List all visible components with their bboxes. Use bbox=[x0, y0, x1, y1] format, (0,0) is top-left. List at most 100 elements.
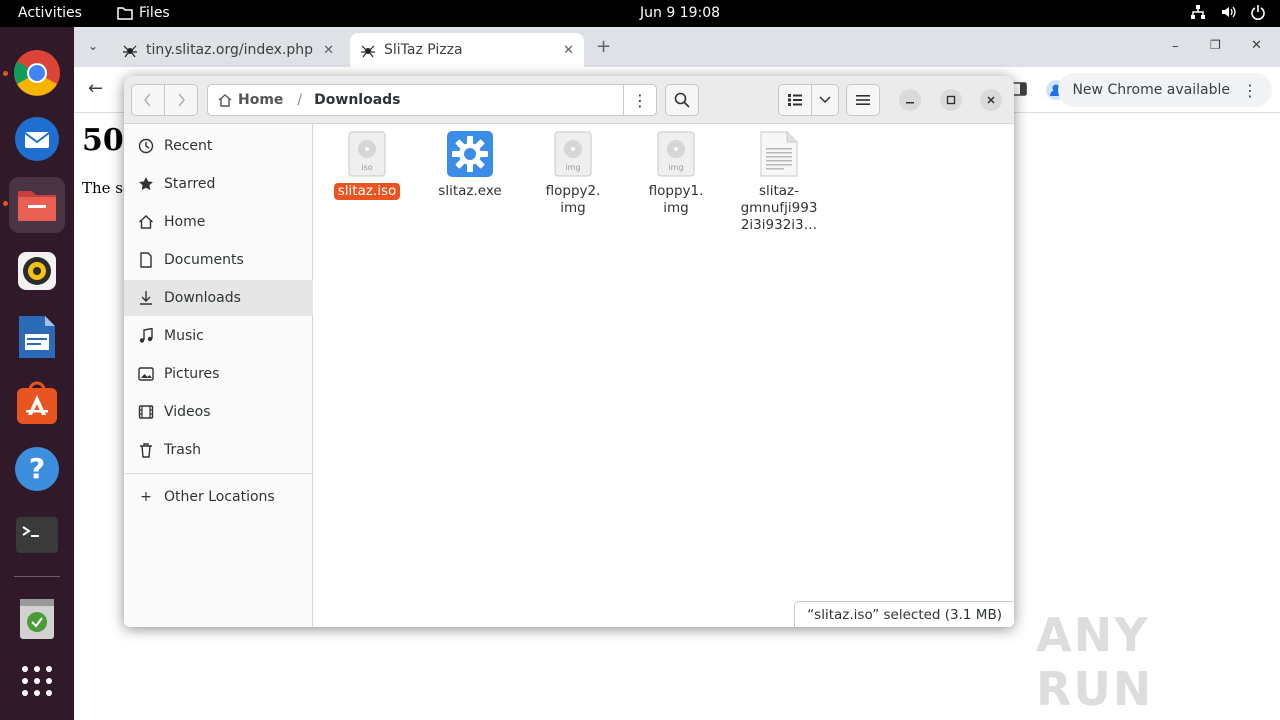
list-view-button[interactable] bbox=[778, 84, 812, 116]
close-tab-icon[interactable]: ✕ bbox=[323, 43, 334, 58]
sidebar-item-pictures[interactable]: Pictures bbox=[124, 356, 313, 392]
iso-file-icon: iso bbox=[348, 131, 386, 177]
back-button[interactable] bbox=[131, 84, 165, 116]
sidebar-item-videos[interactable]: Videos bbox=[124, 394, 313, 430]
dock: ? bbox=[0, 27, 74, 720]
network-icon bbox=[1191, 5, 1205, 19]
tab-tiny-slitaz[interactable]: tiny.slitaz.org/index.php ✕ bbox=[112, 33, 344, 67]
maximize-icon bbox=[946, 95, 956, 105]
more-menu-icon[interactable]: ⋮ bbox=[1242, 81, 1258, 100]
forward-button[interactable] bbox=[164, 84, 198, 116]
minimize-icon[interactable]: – bbox=[1172, 39, 1179, 54]
close-button[interactable] bbox=[980, 89, 1002, 111]
rhythmbox-icon[interactable] bbox=[9, 243, 65, 299]
system-tray[interactable] bbox=[1190, 4, 1266, 20]
volume-icon bbox=[1222, 6, 1236, 18]
tab-title: SliTaz Pizza bbox=[384, 42, 463, 58]
view-options-button[interactable] bbox=[811, 84, 839, 116]
disk-image-icon: img bbox=[554, 131, 592, 177]
help-icon[interactable]: ? bbox=[9, 441, 65, 497]
spider-favicon-icon bbox=[123, 45, 137, 58]
disk-image-icon: img bbox=[657, 131, 695, 177]
search-icon bbox=[674, 92, 690, 108]
update-chrome-button[interactable]: New Chrome available ⋮ bbox=[1058, 73, 1272, 107]
executable-gear-icon bbox=[447, 131, 493, 177]
trash-icon[interactable] bbox=[9, 590, 65, 646]
sidebar-item-music[interactable]: Music bbox=[124, 318, 313, 354]
trash-icon bbox=[140, 443, 152, 458]
home-icon bbox=[218, 94, 232, 107]
clock[interactable]: Jun 9 19:08 bbox=[640, 5, 720, 21]
file-name: slitaz.exe bbox=[438, 183, 502, 199]
plus-icon: + bbox=[140, 489, 152, 505]
app-menu[interactable]: Files bbox=[117, 5, 170, 21]
file-item-slitaz-iso[interactable]: iso slitaz.iso bbox=[319, 130, 415, 200]
close-window-icon[interactable]: ✕ bbox=[1251, 38, 1262, 53]
file-item-floppy1-img[interactable]: img floppy1. img bbox=[628, 130, 724, 217]
iso-badge: iso bbox=[361, 163, 372, 172]
activities-button[interactable]: Activities bbox=[18, 5, 82, 21]
app-center-icon[interactable] bbox=[9, 375, 65, 431]
maximize-button[interactable] bbox=[940, 89, 962, 111]
sidebar-item-documents[interactable]: Documents bbox=[124, 242, 313, 278]
chevron-right-icon bbox=[178, 93, 185, 107]
main-menu-button[interactable] bbox=[846, 84, 880, 116]
file-name: slitaz- gmnufji993 2i3i932i3… bbox=[740, 183, 818, 233]
tab-search-icon[interactable]: ⌄ bbox=[88, 39, 98, 53]
files-window: Home / Downloads ⋮ Recent Starred Home D… bbox=[124, 76, 1014, 627]
spider-favicon-icon bbox=[361, 45, 375, 58]
path-downloads[interactable]: Downloads bbox=[306, 92, 408, 108]
picture-icon bbox=[138, 367, 154, 381]
chevron-left-icon bbox=[144, 93, 151, 107]
img-badge: img bbox=[565, 163, 580, 172]
path-home[interactable]: Home bbox=[208, 92, 293, 108]
search-button[interactable] bbox=[665, 84, 699, 116]
file-item-slitaz-exe[interactable]: slitaz.exe bbox=[422, 130, 518, 200]
video-icon bbox=[138, 405, 154, 419]
places-sidebar: Recent Starred Home Documents Downloads … bbox=[124, 124, 313, 627]
document-icon bbox=[140, 252, 152, 268]
writer-icon[interactable] bbox=[9, 309, 65, 365]
file-item-slitaz-log[interactable]: slitaz- gmnufji993 2i3i932i3… bbox=[731, 130, 827, 234]
path-separator: / bbox=[297, 92, 303, 108]
back-arrow-icon[interactable]: ← bbox=[88, 78, 103, 99]
sidebar-item-recent[interactable]: Recent bbox=[124, 128, 313, 164]
tab-slitaz-pizza[interactable]: SliTaz Pizza ✕ bbox=[350, 33, 584, 67]
terminal-icon[interactable] bbox=[9, 507, 65, 563]
sidebar-item-home[interactable]: Home bbox=[124, 204, 313, 240]
show-apps-icon[interactable] bbox=[9, 653, 65, 709]
hamburger-icon bbox=[856, 95, 870, 105]
file-item-floppy2-img[interactable]: img floppy2. img bbox=[525, 130, 621, 217]
file-name: floppy2. img bbox=[545, 183, 601, 216]
sidebar-item-trash[interactable]: Trash bbox=[124, 432, 313, 468]
file-name: slitaz.iso bbox=[333, 183, 401, 200]
svg-text:?: ? bbox=[29, 452, 45, 485]
file-name: floppy1. img bbox=[648, 183, 704, 216]
star-icon bbox=[139, 177, 153, 191]
close-icon bbox=[987, 96, 995, 104]
close-tab-icon[interactable]: ✕ bbox=[563, 43, 574, 58]
clock-icon bbox=[138, 138, 154, 154]
text-file-icon bbox=[760, 131, 798, 177]
list-view-icon bbox=[788, 94, 802, 106]
power-icon bbox=[1251, 5, 1265, 20]
sidebar-item-other-locations[interactable]: + Other Locations bbox=[124, 479, 313, 515]
files-icon[interactable] bbox=[9, 177, 65, 233]
thunderbird-icon[interactable] bbox=[9, 111, 65, 167]
status-bar: “slitaz.iso” selected (3.1 MB) bbox=[794, 601, 1014, 627]
file-grid: iso slitaz.iso slitaz.exe img floppy2. i… bbox=[314, 124, 1014, 627]
minimize-button[interactable] bbox=[899, 89, 921, 111]
path-menu-icon[interactable]: ⋮ bbox=[624, 91, 656, 110]
dock-separator bbox=[14, 576, 60, 577]
sidebar-separator bbox=[124, 473, 313, 474]
chevron-down-icon bbox=[819, 96, 831, 104]
tab-strip: ⌄ tiny.slitaz.org/index.php ✕ SliTaz Piz… bbox=[74, 27, 1280, 67]
running-indicator bbox=[3, 71, 8, 76]
img-badge: img bbox=[668, 163, 683, 172]
chrome-icon[interactable] bbox=[9, 45, 65, 101]
sidebar-item-starred[interactable]: Starred bbox=[124, 166, 313, 202]
sidebar-item-downloads[interactable]: Downloads bbox=[124, 280, 313, 316]
top-bar: Activities Files Jun 9 19:08 bbox=[0, 0, 1280, 27]
restore-icon[interactable]: ❐ bbox=[1210, 38, 1221, 52]
new-tab-button[interactable]: + bbox=[596, 36, 611, 57]
